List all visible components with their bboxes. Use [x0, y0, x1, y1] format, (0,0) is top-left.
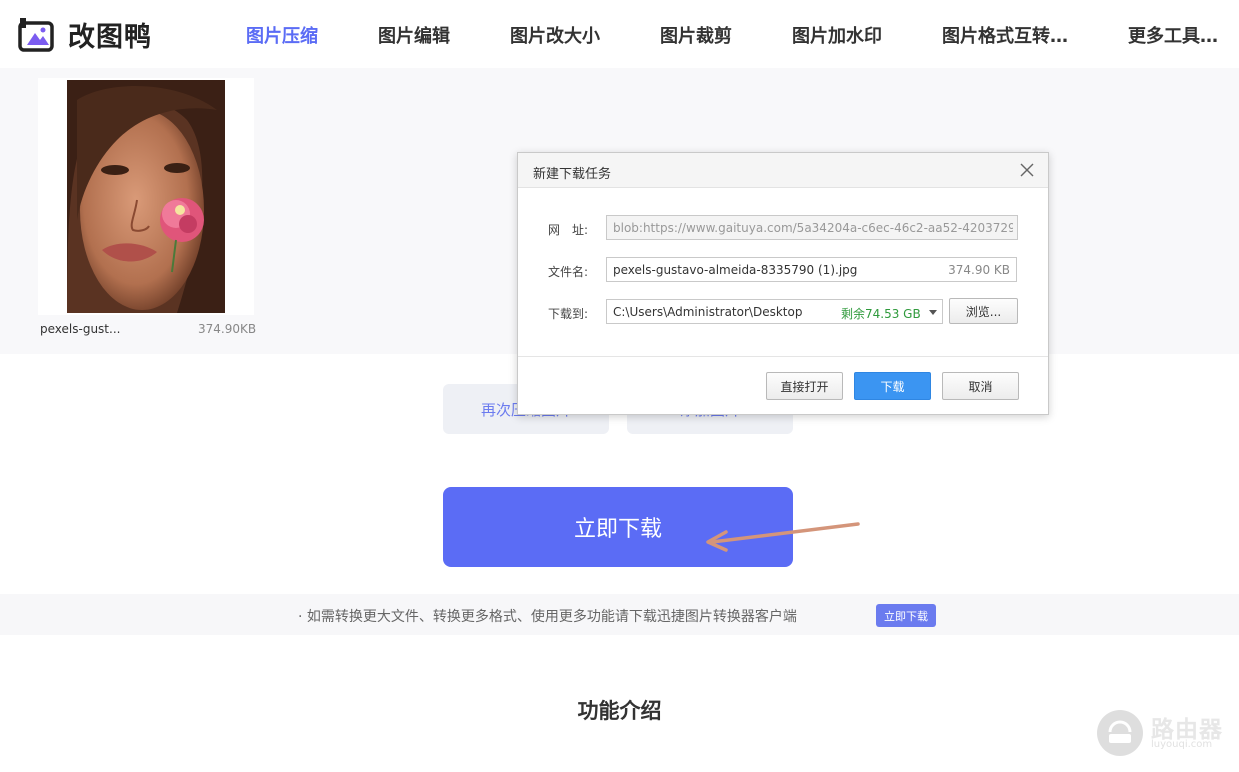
image-file-name: pexels-gust...: [40, 322, 121, 336]
free-space: 剩余74.53 GB: [841, 307, 921, 321]
new-download-dialog: 新建下载任务 网 址: blob:https://www.gaituya.com…: [517, 152, 1049, 415]
router-icon: [1097, 710, 1143, 756]
url-value: blob:https://www.gaituya.com/5a34204a-c6…: [613, 221, 1013, 235]
nav-image-watermark[interactable]: 图片加水印: [792, 22, 882, 48]
chevron-down-icon[interactable]: [929, 310, 937, 315]
image-card[interactable]: [38, 78, 254, 315]
client-notice-text: · 如需转换更大文件、转换更多格式、使用更多功能请下载迅捷图片转换器客户端: [298, 609, 797, 625]
saveto-label: 下载到:: [548, 307, 589, 321]
nav-image-crop[interactable]: 图片裁剪: [660, 22, 732, 48]
nav-image-resize[interactable]: 图片改大小: [510, 22, 600, 48]
filename-value: pexels-gustavo-almeida-8335790 (1).jpg: [613, 263, 858, 277]
client-notice-bar: · 如需转换更大文件、转换更多格式、使用更多功能请下载迅捷图片转换器客户端: [0, 594, 1239, 635]
site-watermark: 路由器 luyouqi.com: [1097, 708, 1227, 758]
dialog-title-bar[interactable]: 新建下载任务: [518, 153, 1048, 188]
browse-button[interactable]: 浏览...: [949, 298, 1018, 324]
url-field: blob:https://www.gaituya.com/5a34204a-c6…: [606, 215, 1018, 240]
client-download-button[interactable]: 立即下载: [876, 604, 936, 627]
filename-label: 文件名:: [548, 265, 589, 279]
image-file-size: 374.90KB: [198, 322, 257, 336]
cancel-button[interactable]: 取消: [942, 372, 1019, 400]
image-thumbnail: [67, 80, 225, 313]
main-nav: 图片压缩 图片编辑 图片改大小 图片裁剪 图片加水印 图片格式互转… 更多工具…: [0, 0, 1239, 68]
nav-more-tools[interactable]: 更多工具…: [1128, 22, 1218, 48]
dialog-title: 新建下载任务: [533, 167, 612, 182]
annotation-arrow: [706, 522, 860, 552]
open-directly-button[interactable]: 直接打开: [766, 372, 843, 400]
top-header: 改图鸭 图片压缩 图片编辑 图片改大小 图片裁剪 图片加水印 图片格式互转… 更…: [0, 0, 1239, 68]
features-title: 功能介绍: [577, 699, 662, 723]
nav-image-compress[interactable]: 图片压缩: [246, 22, 318, 48]
nav-format-convert[interactable]: 图片格式互转…: [942, 22, 1068, 48]
close-icon[interactable]: [1018, 161, 1036, 179]
watermark-url: luyouqi.com: [1151, 739, 1213, 750]
dialog-divider: [518, 356, 1048, 357]
url-label: 网 址:: [548, 223, 589, 237]
nav-image-edit[interactable]: 图片编辑: [378, 22, 450, 48]
filename-field[interactable]: pexels-gustavo-almeida-8335790 (1).jpg 3…: [606, 257, 1017, 282]
saveto-value: C:\Users\Administrator\Desktop: [613, 305, 803, 319]
saveto-select[interactable]: C:\Users\Administrator\Desktop 剩余74.53 G…: [606, 299, 943, 324]
filename-size: 374.90 KB: [948, 263, 1010, 277]
download-button[interactable]: 下载: [854, 372, 931, 400]
